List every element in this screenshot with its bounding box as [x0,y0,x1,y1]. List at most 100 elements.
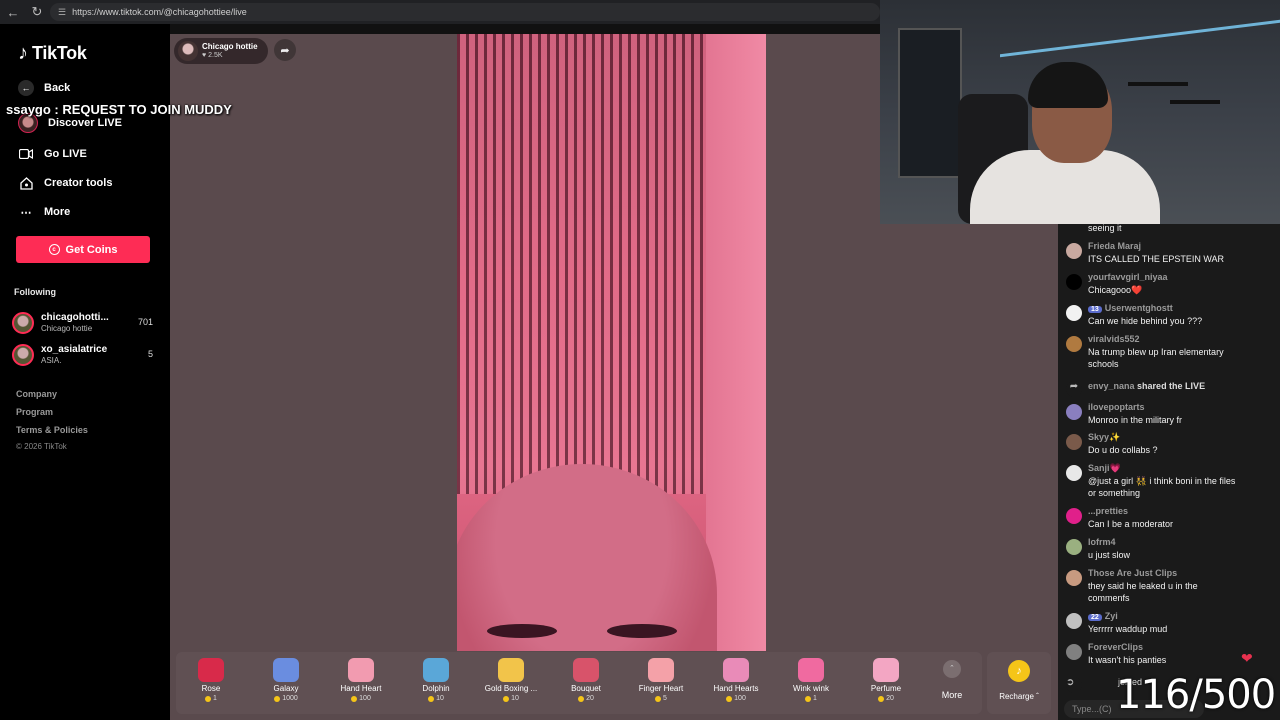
nav-label: More [44,206,71,218]
following-item[interactable]: xo_asialatrice ASIA. 5 [12,342,157,368]
gift-item[interactable]: Hand Heart 100 [326,658,396,702]
gift-item[interactable]: Perfume 20 [851,658,921,702]
get-coins-button[interactable]: c Get Coins [16,236,150,263]
more-gifts-button[interactable]: ˆ More [935,660,969,700]
site-info-icon[interactable]: ☰ [58,7,66,18]
nav-creator-tools[interactable]: Creator tools [18,175,112,191]
chat-username[interactable]: viralvids552 [1088,334,1140,344]
gift-item[interactable]: Rose 1 [176,658,246,702]
reload-icon[interactable]: ↻ [26,2,48,22]
viewer-count: 5 [147,349,153,359]
gift-name: Dolphin [422,684,450,693]
chat-text: they said he leaked u in the commenfs [1088,581,1198,603]
avatar[interactable] [1066,243,1082,259]
gift-name: Wink wink [792,684,829,693]
gift-name: Finger Heart [638,684,684,693]
gift-item[interactable]: Wink wink 1 [776,658,846,702]
avatar[interactable] [1066,539,1082,555]
gift-item[interactable]: Gold Boxing ... 10 [476,658,546,702]
avatar[interactable] [1066,434,1082,450]
chat-text: Yerrrrr waddup mud [1088,624,1168,634]
nav-back[interactable]: ← Back [18,80,70,96]
nav-go-live[interactable]: Go LIVE [18,146,87,162]
share-icon[interactable]: ➦ [274,39,296,61]
chat-text: Do u do collabs ? [1088,445,1158,455]
live-video[interactable] [457,34,766,651]
coin-icon: ♪ [1008,660,1030,682]
chat-username[interactable]: Skyy✨ [1088,432,1120,443]
gift-icon [648,658,674,682]
avatar[interactable] [1066,570,1082,586]
avatar[interactable] [1066,613,1082,629]
gift-price: 10 [476,695,546,702]
chat-username[interactable]: 13 Userwentghostt [1088,303,1173,313]
gift-item[interactable]: Hand Hearts 100 [701,658,771,702]
following-item[interactable]: chicagohotti... Chicago hottie 701 [12,310,157,336]
avatar[interactable] [1066,465,1082,481]
chat-username[interactable]: ...pretties [1088,506,1128,516]
like-count-value: 2.5K [208,52,223,59]
share-icon: ➦ [1066,381,1082,397]
avatar[interactable] [1066,274,1082,290]
streamer-eye [487,624,557,638]
heart-icon[interactable]: ❤ [1241,650,1253,667]
webcam-overlay [880,0,1280,224]
chat-username[interactable]: ilovepoptarts [1088,402,1145,412]
coin-icon [274,695,281,702]
chat-username[interactable]: yourfavvgirl_niyaa [1088,272,1168,282]
avatar[interactable] [1066,305,1082,321]
chat-username-text: lofrm4 [1088,537,1116,547]
gift-price: 1 [776,695,846,702]
gift-name: Hand Heart [340,684,382,693]
chat-username[interactable]: 22 Zyi [1088,611,1118,621]
back-arrow-icon[interactable]: ← [2,2,24,22]
gift-price-value: 1 [813,695,817,702]
chat-username[interactable]: Those Are Just Clips [1088,568,1177,578]
coin-icon [726,695,733,702]
gift-icon [273,658,299,682]
gift-icon [198,658,224,682]
gift-price: 1 [176,695,246,702]
avatar[interactable] [1066,404,1082,420]
chat-username[interactable]: Frieda Maraj [1088,241,1141,251]
footer-link-terms[interactable]: Terms & Policies [16,425,88,435]
gift-icon [873,658,899,682]
join-request-overlay: ssaygo : REQUEST TO JOIN MUDDY [6,102,232,117]
host-name: Chicago hottie [202,42,258,51]
join-icon: ➲ [1066,677,1082,693]
address-bar[interactable]: ☰ https://www.tiktok.com/@chicagohottiee… [50,3,880,21]
avatar[interactable] [1066,644,1082,660]
led-light-strip [1000,0,1280,58]
gift-price: 100 [701,695,771,702]
chat-username-text: ...pretties [1088,506,1129,516]
gift-price-value: 20 [886,695,894,702]
avatar[interactable] [1066,336,1082,352]
tiktok-logo[interactable]: ♪ TikTok [18,42,87,65]
host-info[interactable]: Chicago hottie ♥ 2.5K [174,38,268,64]
recharge-button[interactable]: ♪ Recharge ˆ [987,652,1051,714]
gift-icon [498,658,524,682]
chat-username[interactable]: Sanji💗 [1088,463,1121,474]
nav-label: Creator tools [44,177,113,189]
gift-price-value: 10 [511,695,519,702]
chat-username-text: ForeverClips [1088,642,1144,652]
chat-username-text: yourfavvgirl_niyaa [1088,272,1168,282]
chat-username[interactable]: lofrm4 [1088,537,1116,547]
arrow-left-icon: ← [18,80,34,96]
avatar[interactable] [1066,508,1082,524]
footer-link-program[interactable]: Program [16,407,53,417]
chat-username[interactable]: ForeverClips [1088,642,1143,652]
nav-more[interactable]: ⋯ More [18,204,71,220]
footer-link-company[interactable]: Company [16,389,57,399]
gift-item[interactable]: Dolphin 10 [401,658,471,702]
gift-name: Bouquet [571,684,601,693]
video-camera-icon [18,146,34,162]
ellipsis-icon: ⋯ [20,206,32,219]
following-name: chicagohotti... [41,312,109,323]
gift-price: 5 [626,695,696,702]
chat-text: @just a girl 👯 i think boni in the files… [1088,476,1236,498]
get-coins-label: Get Coins [65,243,118,256]
gift-item[interactable]: Bouquet 20 [551,658,621,702]
gift-item[interactable]: Galaxy 1000 [251,658,321,702]
gift-item[interactable]: Finger Heart 5 [626,658,696,702]
